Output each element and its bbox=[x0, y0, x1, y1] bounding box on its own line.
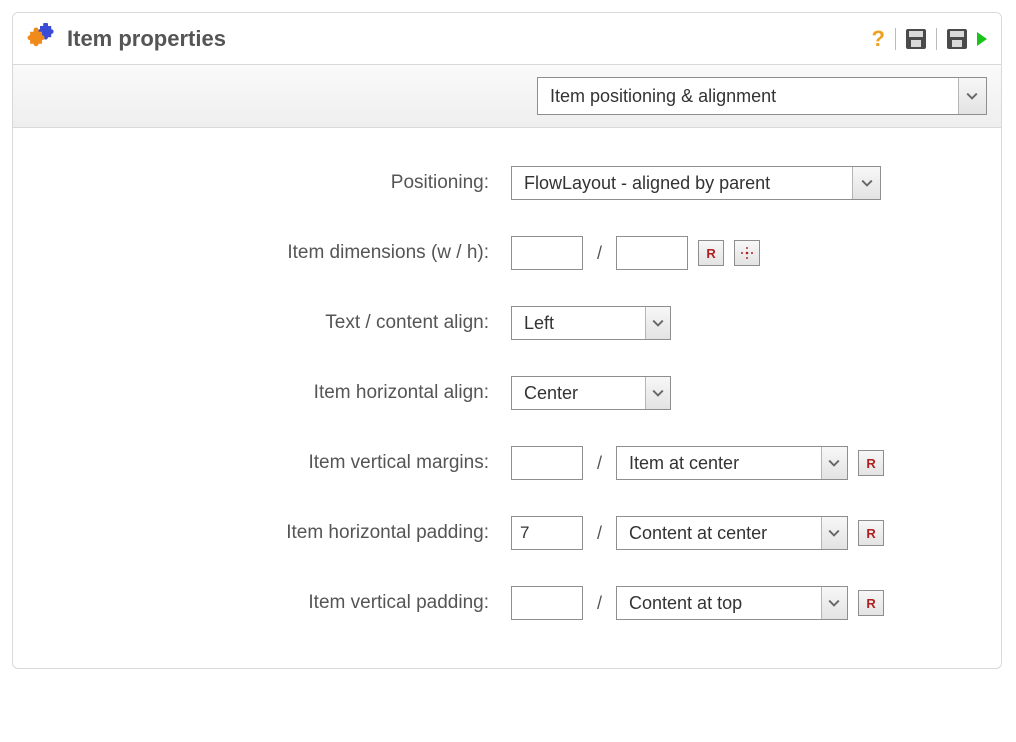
chevron-down-icon bbox=[645, 307, 670, 339]
positioning-label: Positioning: bbox=[41, 172, 511, 194]
chevron-down-icon bbox=[821, 587, 847, 619]
text-align-select-input[interactable]: Left bbox=[512, 307, 645, 339]
row-dimensions: Item dimensions (w / h): / R bbox=[41, 236, 973, 270]
header-icons: ? bbox=[872, 26, 987, 52]
v-padding-loc-select[interactable]: Content at top bbox=[616, 586, 848, 620]
h-padding-label: Item horizontal padding: bbox=[41, 522, 511, 544]
row-v-padding: Item vertical padding: / Content at top … bbox=[41, 586, 973, 620]
puzzle-icon bbox=[27, 23, 59, 54]
v-padding-input[interactable] bbox=[511, 586, 583, 620]
save-icon[interactable] bbox=[906, 29, 926, 49]
chevron-down-icon bbox=[852, 167, 880, 199]
slash: / bbox=[593, 593, 606, 614]
h-padding-input[interactable] bbox=[511, 516, 583, 550]
text-align-select[interactable]: Left bbox=[511, 306, 671, 340]
v-padding-loc-select-input[interactable]: Content at top bbox=[617, 587, 821, 619]
chevron-down-icon bbox=[645, 377, 670, 409]
reset-button[interactable]: R bbox=[858, 590, 884, 616]
slash: / bbox=[593, 453, 606, 474]
section-bar: Item positioning & alignment bbox=[13, 64, 1001, 128]
reset-button[interactable]: R bbox=[698, 240, 724, 266]
chevron-down-icon bbox=[821, 447, 847, 479]
separator bbox=[936, 28, 937, 50]
row-text-align: Text / content align: Left bbox=[41, 306, 973, 340]
row-h-padding: Item horizontal padding: / Content at ce… bbox=[41, 516, 973, 550]
h-padding-loc-select-input[interactable]: Content at center bbox=[617, 517, 821, 549]
v-margins-loc-select-input[interactable]: Item at center bbox=[617, 447, 821, 479]
v-padding-label: Item vertical padding: bbox=[41, 592, 511, 614]
v-margins-label: Item vertical margins: bbox=[41, 452, 511, 474]
panel-title: Item properties bbox=[67, 26, 226, 52]
v-margins-input[interactable] bbox=[511, 446, 583, 480]
panel-header: Item properties ? bbox=[13, 13, 1001, 64]
dimensions-width-input[interactable] bbox=[511, 236, 583, 270]
section-select[interactable]: Item positioning & alignment bbox=[537, 77, 987, 115]
h-align-select[interactable]: Center bbox=[511, 376, 671, 410]
row-positioning: Positioning: FlowLayout - aligned by par… bbox=[41, 166, 973, 200]
section-select-input[interactable]: Item positioning & alignment bbox=[538, 78, 958, 114]
reset-button[interactable]: R bbox=[858, 520, 884, 546]
row-h-align: Item horizontal align: Center bbox=[41, 376, 973, 410]
row-v-margins: Item vertical margins: / Item at center … bbox=[41, 446, 973, 480]
chevron-down-icon bbox=[821, 517, 847, 549]
slash: / bbox=[593, 243, 606, 264]
dimensions-label: Item dimensions (w / h): bbox=[41, 242, 511, 264]
positioning-select-input[interactable]: FlowLayout - aligned by parent bbox=[512, 167, 852, 199]
reset-button[interactable]: R bbox=[858, 450, 884, 476]
slash: / bbox=[593, 523, 606, 544]
arrow-right-icon[interactable] bbox=[977, 32, 987, 46]
dimensions-height-input[interactable] bbox=[616, 236, 688, 270]
save-and-continue-icon[interactable] bbox=[947, 29, 967, 49]
positioning-select[interactable]: FlowLayout - aligned by parent bbox=[511, 166, 881, 200]
item-properties-panel: Item properties ? Item positioning & ali… bbox=[12, 12, 1002, 669]
help-icon[interactable]: ? bbox=[872, 26, 885, 52]
chevron-down-icon bbox=[958, 78, 986, 114]
text-align-label: Text / content align: bbox=[41, 312, 511, 334]
h-align-select-input[interactable]: Center bbox=[512, 377, 645, 409]
v-margins-loc-select[interactable]: Item at center bbox=[616, 446, 848, 480]
form-area: Positioning: FlowLayout - aligned by par… bbox=[13, 128, 1001, 668]
h-padding-loc-select[interactable]: Content at center bbox=[616, 516, 848, 550]
fit-icon[interactable] bbox=[734, 240, 760, 266]
separator bbox=[895, 28, 896, 50]
h-align-label: Item horizontal align: bbox=[41, 382, 511, 404]
